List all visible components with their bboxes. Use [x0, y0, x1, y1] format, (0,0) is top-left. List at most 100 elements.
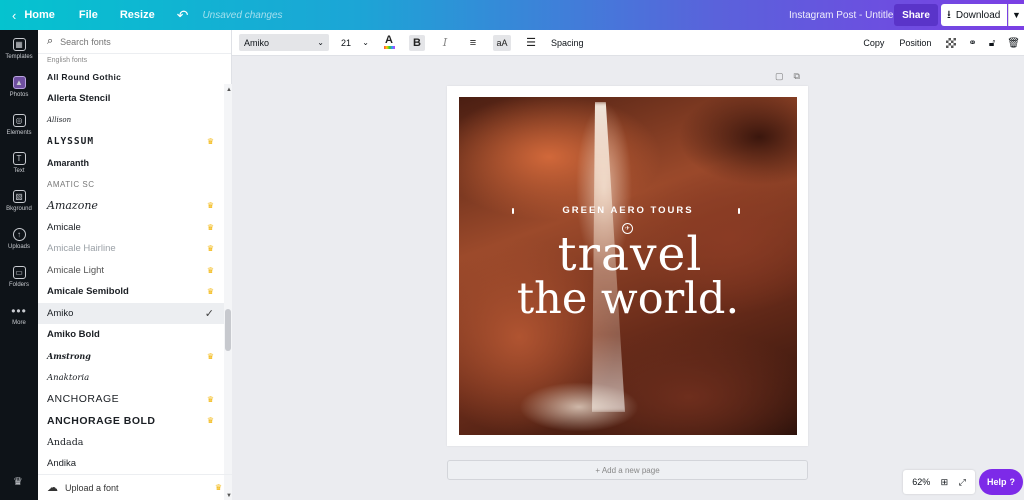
- font-size-dropdown[interactable]: 21 ⌄: [341, 38, 369, 48]
- font-panel: ⌕ English fonts All Round Gothic Allerta…: [38, 30, 232, 500]
- templates-icon: ▦: [12, 38, 26, 51]
- font-name: Allerta Stencil: [47, 92, 111, 104]
- toolbar-right: Copy Position ⚭ 🔓︎ 🗑︎: [863, 30, 1024, 56]
- font-item[interactable]: Amazone ♛: [38, 195, 224, 217]
- download-options-chevron-icon[interactable]: ▼: [1008, 4, 1024, 26]
- rail-item-folders[interactable]: ▭ Folders: [0, 258, 38, 296]
- font-item[interactable]: Amicale Light ♛: [38, 260, 224, 282]
- share-button[interactable]: Share: [894, 4, 938, 26]
- rail-item-photos[interactable]: ▲ Photos: [0, 68, 38, 106]
- font-item[interactable]: Anaktoria: [38, 367, 224, 389]
- font-family-value: Amiko: [244, 37, 270, 48]
- font-name: Amicale Hairline: [47, 243, 116, 255]
- download-icon: ⭳: [947, 8, 951, 21]
- font-name: Amazone: [47, 199, 98, 213]
- fullscreen-icon[interactable]: ⤢: [959, 477, 966, 488]
- file-menu[interactable]: File: [79, 9, 98, 21]
- font-item-selected[interactable]: Amiko ✓: [38, 302, 224, 324]
- rail-item-text[interactable]: T Text: [0, 144, 38, 182]
- add-page-button[interactable]: + Add a new page: [447, 460, 808, 480]
- font-item[interactable]: All Round Gothic: [38, 66, 224, 88]
- text-toolbar: Amiko ⌄ 21 ⌄ A B I ≡ aA ☰ Spacing Copy P…: [232, 30, 1024, 56]
- font-item[interactable]: Allerta Stencil: [38, 88, 224, 110]
- undo-icon[interactable]: ↶: [177, 7, 189, 24]
- font-item[interactable]: Amaranth: [38, 152, 224, 174]
- transparency-icon[interactable]: [946, 38, 957, 48]
- font-item[interactable]: Amatic SC: [38, 174, 224, 196]
- italic-button[interactable]: I: [437, 35, 453, 51]
- note-icon[interactable]: ▢: [775, 71, 784, 82]
- duplicate-page-icon[interactable]: ⧉: [794, 71, 800, 82]
- crown-icon: ♛: [214, 483, 222, 492]
- crown-icon[interactable]: ♛: [13, 475, 23, 488]
- zoom-level[interactable]: 62%: [912, 477, 930, 487]
- font-name: Amiko Bold: [47, 329, 100, 341]
- font-name: ANCHORAGE BOLD: [47, 414, 156, 427]
- design-page[interactable]: GREEN AERO TOURS ✈ travel the world.: [447, 86, 808, 446]
- font-search-input[interactable]: [60, 36, 211, 47]
- download-button[interactable]: ⭳ Download: [941, 4, 1007, 26]
- scrollbar-thumb[interactable]: [225, 309, 231, 351]
- font-item[interactable]: Amiko Bold: [38, 324, 224, 346]
- font-item[interactable]: Amicale ♛: [38, 217, 224, 239]
- bold-button[interactable]: B: [409, 34, 425, 51]
- rail-item-uploads[interactable]: ↑ Uploads: [0, 220, 38, 258]
- align-center-icon[interactable]: ≡: [465, 35, 481, 51]
- lock-icon[interactable]: 🔓︎: [989, 38, 995, 49]
- document-title[interactable]: Instagram Post - Untitled: [789, 10, 899, 21]
- list-icon[interactable]: ☰: [523, 35, 539, 51]
- crown-icon: ♛: [206, 244, 214, 254]
- rail-item-background[interactable]: ▧ Bkground: [0, 182, 38, 220]
- crown-icon: ♛: [206, 394, 214, 404]
- font-item[interactable]: Andada: [38, 432, 224, 454]
- font-item[interactable]: Amicale Semibold ♛: [38, 281, 224, 303]
- grid-view-icon[interactable]: ⊞: [941, 477, 949, 488]
- text-color-button[interactable]: A: [381, 35, 397, 51]
- help-label: Help: [986, 477, 1007, 487]
- font-name: Allison: [47, 115, 72, 124]
- font-item[interactable]: ALYSSUM ♛: [38, 131, 224, 153]
- upload-font-label: Upload a font: [65, 482, 119, 493]
- rail-item-more[interactable]: ••• More: [0, 296, 38, 334]
- font-list-scrollbar[interactable]: [224, 84, 232, 500]
- crown-icon: ♛: [206, 136, 214, 146]
- font-size-value: 21: [341, 37, 352, 48]
- uploads-icon: ↑: [12, 228, 26, 241]
- upload-cloud-icon: ☁: [47, 482, 58, 494]
- link-icon[interactable]: ⚭: [968, 38, 976, 49]
- trash-icon[interactable]: 🗑︎: [1007, 38, 1020, 49]
- home-button[interactable]: ‹ Home: [12, 8, 55, 23]
- upload-font-button[interactable]: ☁ Upload a font ♛: [38, 474, 232, 500]
- canyon-photo[interactable]: GREEN AERO TOURS ✈ travel the world.: [459, 97, 797, 435]
- spacing-button[interactable]: Spacing: [551, 38, 584, 48]
- text-icon: T: [12, 152, 26, 165]
- copy-button[interactable]: Copy: [863, 38, 884, 48]
- font-family-dropdown[interactable]: Amiko ⌄: [239, 34, 329, 51]
- font-item[interactable]: Amstrong ♛: [38, 346, 224, 368]
- crown-icon: ♛: [206, 287, 214, 297]
- font-item[interactable]: ANCHORAGE ♛: [38, 389, 224, 411]
- font-item[interactable]: Amicale Hairline ♛: [38, 238, 224, 260]
- tagline-text[interactable]: GREEN AERO TOURS: [459, 205, 797, 216]
- rail-label: Photos: [9, 92, 29, 98]
- font-name: Amicale Semibold: [47, 286, 129, 298]
- font-item[interactable]: ANCHORAGE BOLD ♛: [38, 410, 224, 432]
- letter-case-button[interactable]: aA: [493, 34, 511, 51]
- resize-button[interactable]: Resize: [120, 9, 155, 21]
- crown-icon: ♛: [206, 416, 214, 426]
- rail-item-elements[interactable]: ◎ Elements: [0, 106, 38, 144]
- font-item[interactable]: Allison: [38, 109, 224, 131]
- font-item[interactable]: Andika: [38, 453, 224, 475]
- rail-label: More: [12, 320, 26, 326]
- rail-item-templates[interactable]: ▦ Templates: [0, 30, 38, 68]
- font-name: Andika: [47, 458, 77, 470]
- headline-text[interactable]: travel the world.: [459, 231, 797, 321]
- position-button[interactable]: Position: [899, 38, 931, 48]
- more-icon: •••: [11, 303, 27, 318]
- font-name: Amatic SC: [47, 179, 95, 189]
- font-name: Amicale: [47, 221, 81, 233]
- chevron-down-icon: ⌄: [362, 38, 369, 47]
- crown-icon: ♛: [206, 265, 214, 275]
- page-actions: ▢ ⧉: [775, 71, 800, 82]
- help-button[interactable]: Help ?: [979, 469, 1023, 495]
